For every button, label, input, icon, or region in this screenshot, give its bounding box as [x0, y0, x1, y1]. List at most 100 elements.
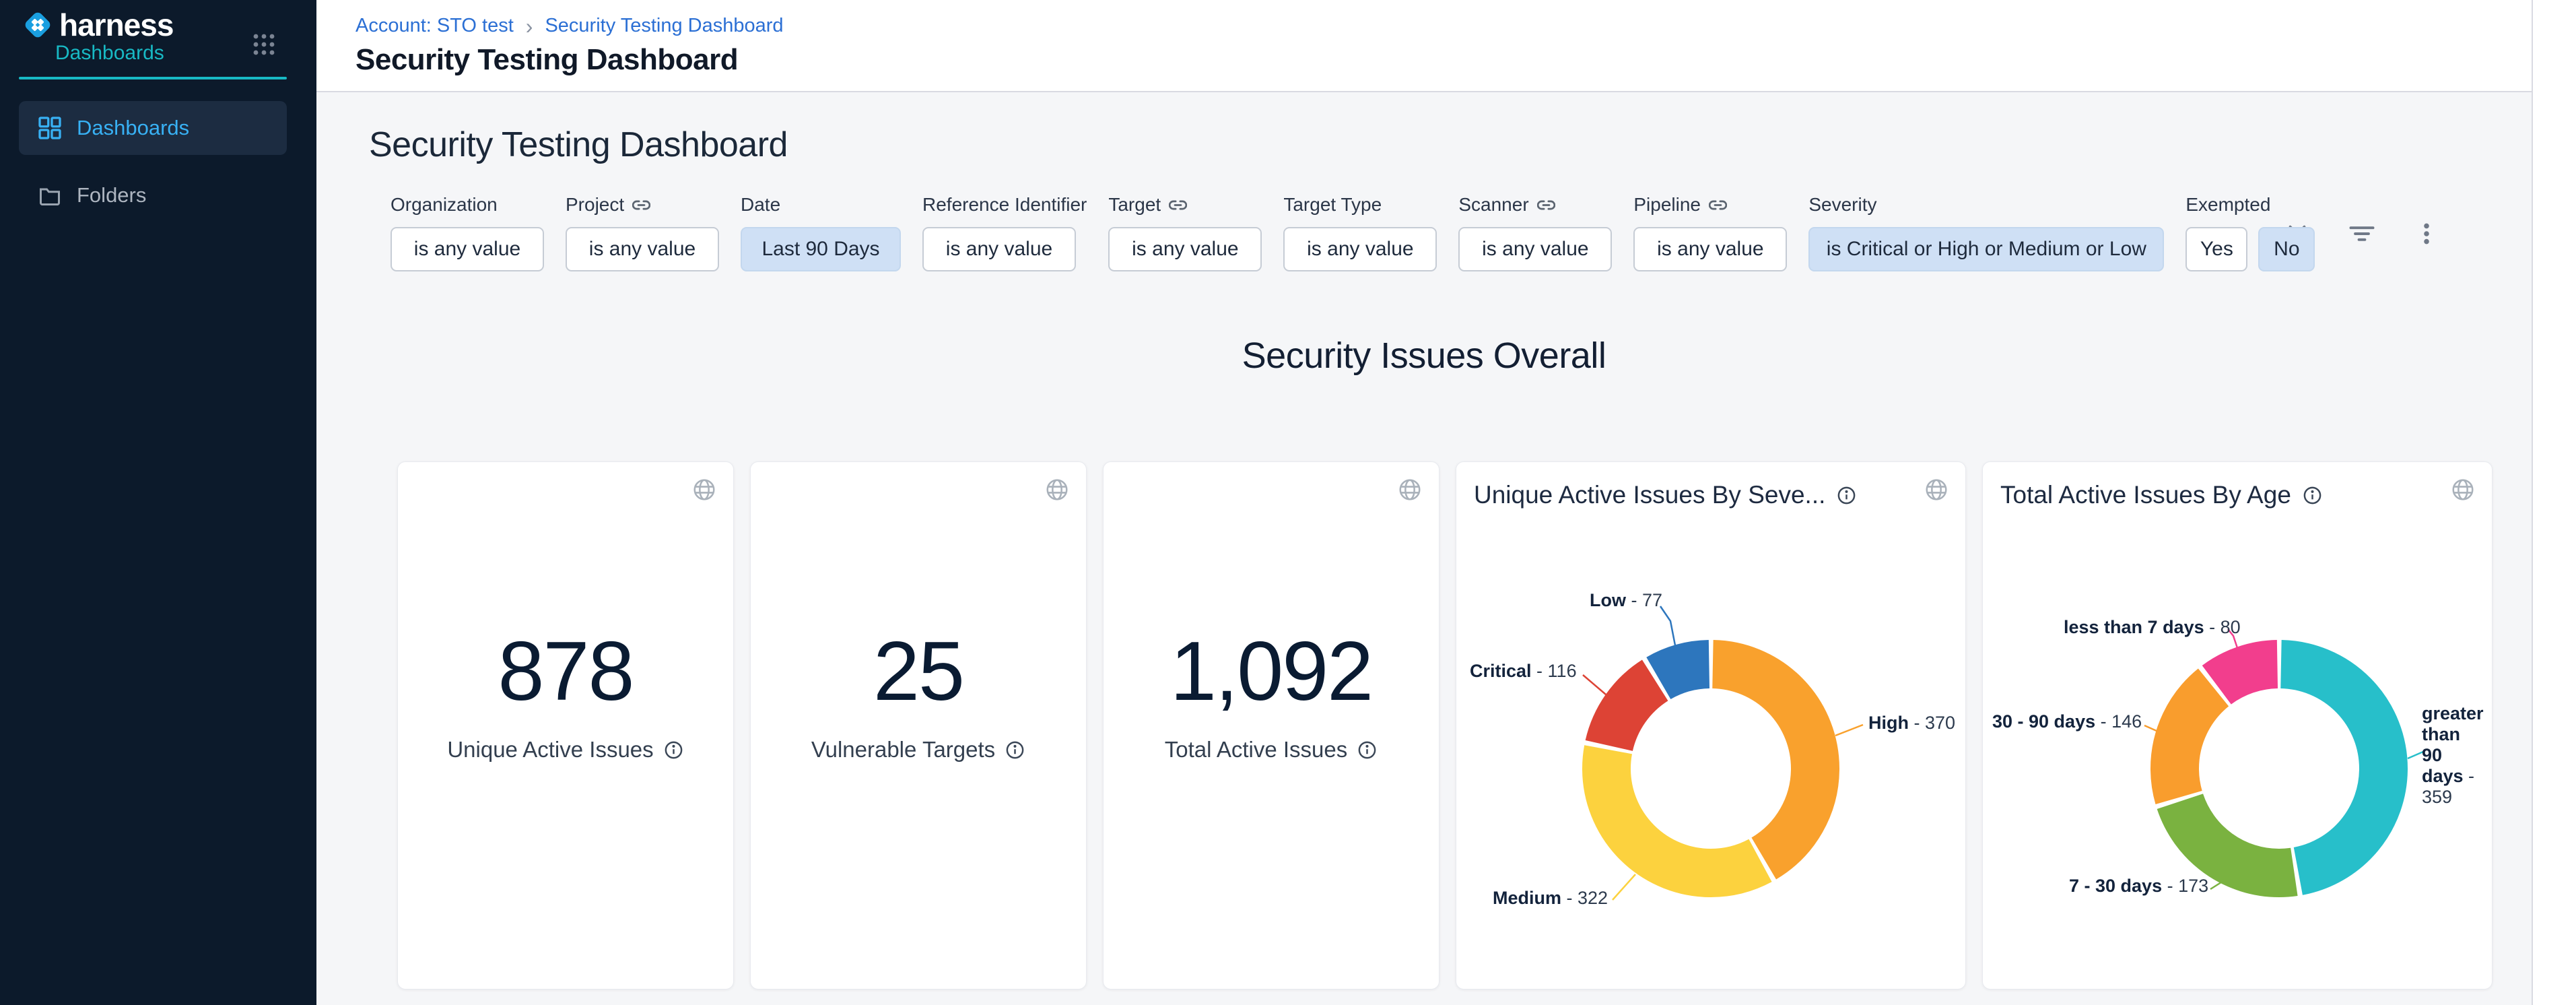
chart-segment-label: Critical - 116 [1470, 661, 1577, 682]
scrollbar-track[interactable] [2532, 0, 2576, 1005]
chart-segment-label: greater than 90 days - 359 [2422, 703, 2477, 808]
age-donut-chart[interactable]: greater than 90 days - 3597 - 30 days - … [1983, 462, 2492, 989]
brand-name: harness [59, 7, 173, 43]
label-connector [2210, 881, 2223, 889]
chart-segment-label: 30 - 90 days - 146 [1992, 711, 2142, 732]
filter-project-dropdown[interactable]: is any value [566, 227, 719, 271]
label-connector [2408, 752, 2423, 758]
filter-target-type-dropdown[interactable]: is any value [1283, 227, 1437, 271]
filter-label: Severity [1808, 194, 1876, 216]
filter-date-dropdown[interactable]: Last 90 Days [741, 227, 901, 271]
globe-icon [691, 477, 717, 502]
label-connector [1835, 725, 1863, 736]
card-unique-issues-by-severity: Unique Active Issues By Seve... High - 3… [1456, 461, 1966, 990]
chevron-separator-icon: › [526, 15, 533, 37]
dashboard-content: Security Testing Dashboard Organization … [316, 94, 2532, 1005]
stat-label: Unique Active Issues [447, 737, 683, 763]
stat-value: 1,092 [1170, 624, 1372, 719]
card-vulnerable-targets: 25 Vulnerable Targets [750, 461, 1087, 990]
filter-label: Organization [391, 194, 498, 216]
filter-bar: Organization is any value Project is any… [391, 193, 2315, 271]
sidebar-item-label: Dashboards [77, 116, 189, 140]
sidebar-accent-divider [19, 77, 287, 79]
exempted-yes-button[interactable]: Yes [2185, 227, 2247, 271]
breadcrumb: Account: STO test › Security Testing Das… [355, 15, 784, 37]
filter-scanner-dropdown[interactable]: is any value [1458, 227, 1612, 271]
filter-project: Project is any value [566, 193, 719, 271]
globe-icon [1044, 477, 1070, 502]
link-icon [632, 196, 650, 214]
sidebar-item-dashboards[interactable]: Dashboards [19, 101, 287, 155]
grid-menu-icon[interactable] [250, 31, 277, 58]
filter-date: Date Last 90 Days [741, 193, 901, 271]
filter-reference-identifier-dropdown[interactable]: is any value [922, 227, 1076, 271]
module-label: Dashboards [55, 42, 164, 65]
sidebar: harness Dashboards Dashboards Folders [0, 0, 316, 1005]
section-title: Security Issues Overall [316, 335, 2532, 377]
filter-scanner: Scanner is any value [1458, 193, 1612, 271]
link-icon [1709, 196, 1727, 214]
dashboard-panel-title: Security Testing Dashboard [369, 125, 788, 165]
link-icon [1169, 196, 1187, 214]
filter-label: Target Type [1283, 194, 1382, 216]
stat-label-text: Vulnerable Targets [811, 737, 995, 763]
filter-pipeline-dropdown[interactable]: is any value [1633, 227, 1787, 271]
filter-label: Pipeline [1633, 194, 1701, 216]
stat-label: Vulnerable Targets [811, 737, 1025, 763]
chart-segment-label: Medium - 322 [1493, 888, 1608, 909]
label-connector [1660, 606, 1675, 645]
breadcrumb-dashboard-link[interactable]: Security Testing Dashboard [545, 15, 783, 37]
chart-segment-label: less than 7 days - 80 [2064, 617, 2241, 638]
filter-severity-dropdown[interactable]: is Critical or High or Medium or Low [1808, 227, 2164, 271]
card-unique-active-issues: 878 Unique Active Issues [397, 461, 734, 990]
filter-reference-identifier: Reference Identifier is any value [922, 193, 1087, 271]
filter-organization: Organization is any value [391, 193, 544, 271]
info-icon[interactable] [1005, 740, 1025, 760]
info-icon[interactable] [663, 740, 684, 760]
filters-button[interactable] [2343, 215, 2381, 253]
card-total-active-issues: 1,092 Total Active Issues [1103, 461, 1439, 990]
filter-label: Date [741, 194, 780, 216]
filter-organization-dropdown[interactable]: is any value [391, 227, 544, 271]
cards-row: 878 Unique Active Issues 25 Vulnerable T… [397, 461, 2493, 990]
globe-icon [1397, 477, 1423, 502]
filter-target: Target is any value [1108, 193, 1262, 271]
filter-label: Reference Identifier [922, 194, 1087, 216]
kebab-menu-icon [2412, 220, 2441, 248]
chart-segment-label: High - 370 [1868, 713, 1955, 734]
filter-label: Target [1108, 194, 1161, 216]
top-header: Account: STO test › Security Testing Das… [316, 0, 2532, 92]
page-title: Security Testing Dashboard [355, 43, 738, 77]
card-total-issues-by-age: Total Active Issues By Age greater than … [1982, 461, 2493, 990]
info-icon[interactable] [1357, 740, 1378, 760]
filter-exempted: Exempted Yes No [2185, 193, 2315, 271]
stat-value: 25 [873, 624, 963, 719]
sidebar-item-folders[interactable]: Folders [19, 168, 287, 222]
severity-donut-chart[interactable]: High - 370 Medium - 322 Critical - 116 Low … [1456, 462, 1965, 989]
link-icon [1537, 196, 1555, 214]
label-connector [1613, 874, 1635, 900]
breadcrumb-account-link[interactable]: Account: STO test [355, 15, 514, 37]
filter-severity: Severity is Critical or High or Medium o… [1808, 193, 2164, 271]
folder-icon [38, 183, 62, 207]
harness-logo-icon [20, 7, 55, 42]
label-connector [2144, 725, 2157, 731]
filter-target-dropdown[interactable]: is any value [1108, 227, 1262, 271]
exempted-no-button[interactable]: No [2258, 227, 2315, 271]
filter-label: Exempted [2185, 194, 2270, 216]
filter-label: Scanner [1458, 194, 1528, 216]
sidebar-item-label: Folders [77, 183, 146, 207]
brand-row: harness [20, 7, 173, 43]
filter-label: Project [566, 194, 624, 216]
dashboards-icon [38, 116, 62, 140]
label-connector [1583, 675, 1606, 694]
filter-pipeline: Pipeline is any value [1633, 193, 1787, 271]
chart-segment-label: Low - 77 [1590, 590, 1662, 611]
stat-label-text: Unique Active Issues [447, 737, 653, 763]
filter-icon [2347, 219, 2377, 249]
filter-target-type: Target Type is any value [1283, 193, 1437, 271]
more-options-button[interactable] [2408, 215, 2445, 253]
stat-value: 878 [498, 624, 634, 719]
sidebar-nav: Dashboards Folders [19, 101, 287, 236]
stat-label-text: Total Active Issues [1165, 737, 1347, 763]
